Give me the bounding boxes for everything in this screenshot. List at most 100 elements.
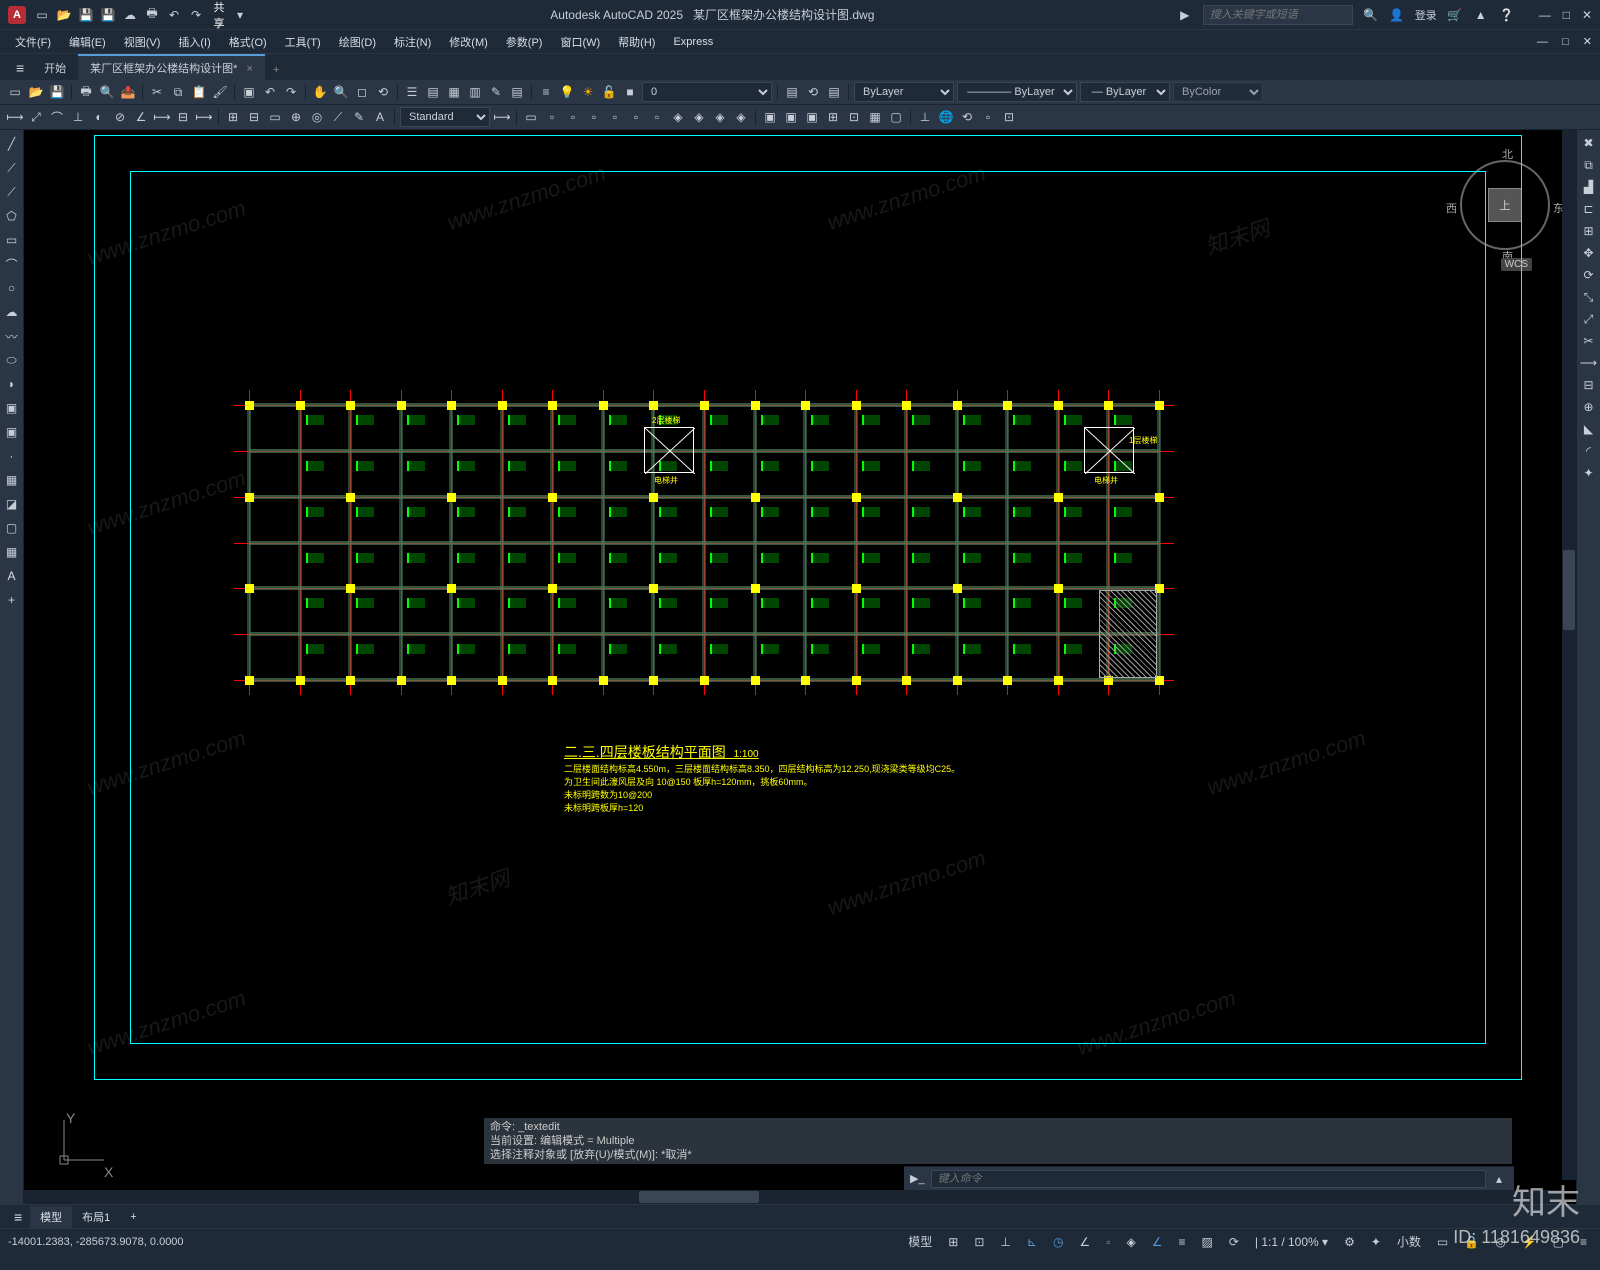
dim-radius-icon[interactable]: ◐ [90, 108, 108, 126]
layerstate-icon[interactable]: ▤ [825, 83, 843, 101]
sheetset-icon[interactable]: ▥ [466, 83, 484, 101]
matchprop-icon[interactable]: 🖌 [211, 83, 229, 101]
ucs-icon[interactable]: ⊥ [916, 108, 934, 126]
block-edit-icon[interactable]: ▣ [803, 108, 821, 126]
command-input[interactable] [931, 1170, 1486, 1188]
join-icon[interactable]: ⊕ [1580, 398, 1598, 416]
transparency-toggle-icon[interactable]: ▨ [1196, 1233, 1217, 1251]
makeblock-icon[interactable]: ▣ [2, 422, 22, 442]
layer-color-icon[interactable]: ■ [621, 83, 639, 101]
plotstyle-dropdown[interactable]: ByColor [1173, 82, 1263, 102]
hardware-accel-icon[interactable]: ⚡ [1517, 1233, 1542, 1251]
tab-close-icon[interactable]: × [247, 63, 253, 75]
dim-ordinate-icon[interactable]: ⊥ [69, 108, 87, 126]
doc-minimize-button[interactable]: — [1537, 36, 1548, 48]
infer-toggle-icon[interactable]: ⊥ [995, 1233, 1015, 1251]
xref-icon[interactable]: ⊡ [845, 108, 863, 126]
polyline-icon[interactable]: ⟋ [2, 182, 22, 202]
webmobile-icon[interactable]: ☁ [122, 7, 138, 23]
maximize-button[interactable]: □ [1563, 8, 1570, 22]
menu-insert[interactable]: 插入(I) [171, 31, 217, 53]
layer-props-icon[interactable]: ≡ [537, 83, 555, 101]
stretch-icon[interactable]: ⤢ [1580, 310, 1598, 328]
dim-break-icon[interactable]: ⊟ [245, 108, 263, 126]
redo-icon[interactable]: ↷ [282, 83, 300, 101]
cut-icon[interactable]: ✂ [148, 83, 166, 101]
layer-lock-icon[interactable]: 🔓 [600, 83, 618, 101]
isodraft-toggle-icon[interactable]: ∠ [1074, 1233, 1095, 1251]
lockui-icon[interactable]: 🔒 [1459, 1233, 1484, 1251]
gradient-icon[interactable]: ◪ [2, 494, 22, 514]
menu-draw[interactable]: 绘图(D) [332, 31, 383, 53]
customize-icon[interactable]: ≡ [1575, 1233, 1592, 1251]
annoscale-label[interactable]: | 1:1 / 100% ▾ [1250, 1233, 1333, 1251]
table-icon[interactable]: ▦ [2, 542, 22, 562]
ucs-prev-icon[interactable]: ⟲ [958, 108, 976, 126]
menu-tools[interactable]: 工具(T) [278, 31, 328, 53]
open-icon[interactable]: 📂 [27, 83, 45, 101]
addselected-icon[interactable]: + [2, 590, 22, 610]
ortho-toggle-icon[interactable]: ⊾ [1022, 1233, 1042, 1251]
ucs-face-icon[interactable]: ▫ [979, 108, 997, 126]
vertical-scrollbar[interactable] [1562, 130, 1576, 1180]
dim-angular-icon[interactable]: ∠ [132, 108, 150, 126]
hatch-icon[interactable]: ▦ [2, 470, 22, 490]
isolate-icon[interactable]: ◎ [1490, 1233, 1510, 1251]
osnap-toggle-icon[interactable]: ▫ [1101, 1233, 1115, 1251]
3dosnap-toggle-icon[interactable]: ◈ [1121, 1233, 1140, 1251]
polygon-icon[interactable]: ⬠ [2, 206, 22, 226]
share-button[interactable]: 共享 [210, 7, 226, 23]
view-back-icon[interactable]: ▫ [648, 108, 666, 126]
redo-icon[interactable]: ↷ [188, 7, 204, 23]
menu-window[interactable]: 窗口(W) [553, 31, 607, 53]
create-block-icon[interactable]: ▣ [782, 108, 800, 126]
layer-on-icon[interactable]: 💡 [558, 83, 576, 101]
paste-icon[interactable]: 📋 [190, 83, 208, 101]
menu-file[interactable]: 文件(F) [8, 31, 58, 53]
dim-baseline-icon[interactable]: ⊟ [174, 108, 192, 126]
attdef-icon[interactable]: ⊞ [824, 108, 842, 126]
move-icon[interactable]: ✥ [1580, 244, 1598, 262]
tolerance-icon[interactable]: ▭ [266, 108, 284, 126]
trim-icon[interactable]: ✂ [1580, 332, 1598, 350]
tab-active-drawing[interactable]: 某厂区框架办公楼结构设计图* × [78, 54, 265, 80]
open-icon[interactable]: 📂 [56, 7, 72, 23]
xline-icon[interactable]: ⟋ [2, 158, 22, 178]
tab-plus-button[interactable]: + [265, 60, 287, 80]
horizontal-scrollbar[interactable] [24, 1190, 1562, 1204]
revcloud-icon[interactable]: ☁ [2, 302, 22, 322]
print-icon[interactable]: 🖶 [77, 83, 95, 101]
ucs-object-icon[interactable]: ⊡ [1000, 108, 1018, 126]
zoomprev-icon[interactable]: ⟲ [374, 83, 392, 101]
lwdisplay-toggle-icon[interactable]: ≡ [1173, 1233, 1190, 1251]
view-neiso-icon[interactable]: ◈ [711, 108, 729, 126]
mtext-icon[interactable]: A [2, 566, 22, 586]
break-icon[interactable]: ⊟ [1580, 376, 1598, 394]
app-logo[interactable]: A [8, 6, 26, 24]
scrollbar-thumb[interactable] [639, 1191, 759, 1203]
search-icon[interactable]: 🔍 [1363, 7, 1379, 23]
cmd-menu-icon[interactable]: ▴ [1490, 1170, 1508, 1188]
view-top-icon[interactable]: ▫ [543, 108, 561, 126]
extend-icon[interactable]: ⟶ [1580, 354, 1598, 372]
gear-icon[interactable]: ⚙ [1339, 1233, 1360, 1251]
preview-icon[interactable]: 🔍 [98, 83, 116, 101]
explode-icon[interactable]: ✦ [1580, 464, 1598, 482]
drawing-viewport[interactable]: www.znzmo.com www.znzmo.com www.znzmo.co… [24, 130, 1562, 1190]
dim-quick-icon[interactable]: ⟼ [153, 108, 171, 126]
dim-inspect-icon[interactable]: ◎ [308, 108, 326, 126]
fillet-icon[interactable]: ◜ [1580, 442, 1598, 460]
file-tab-menu-icon[interactable]: ≡ [8, 56, 32, 80]
otrack-toggle-icon[interactable]: ∠ [1147, 1233, 1168, 1251]
properties-icon[interactable]: ☰ [403, 83, 421, 101]
pan-icon[interactable]: ✋ [311, 83, 329, 101]
plot-icon[interactable]: 🖶 [144, 7, 160, 23]
cleanscreen-icon[interactable]: ▢ [1548, 1233, 1569, 1251]
region-icon[interactable]: ▢ [2, 518, 22, 538]
layout-tab-layout1[interactable]: 布局1 [72, 1206, 120, 1228]
layout-tab-model[interactable]: 模型 [30, 1206, 72, 1228]
login-label[interactable]: 登录 [1415, 7, 1437, 23]
new-icon[interactable]: ▭ [6, 83, 24, 101]
dimstyle-icon[interactable]: ⟼ [493, 108, 511, 126]
markup-icon[interactable]: ✎ [487, 83, 505, 101]
